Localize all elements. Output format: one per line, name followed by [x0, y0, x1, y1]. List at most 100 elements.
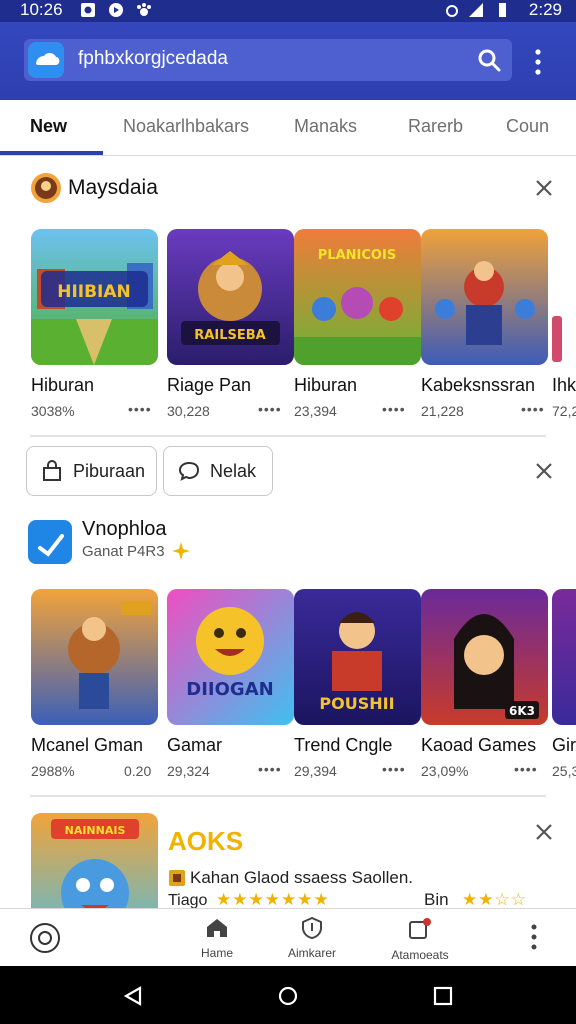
featured-description: Kahan Glaod ssaess Saollen.	[190, 868, 414, 887]
search-input[interactable]: fphbxkorgjcedada	[78, 48, 228, 70]
rating-stars-icon: ★★☆☆	[462, 890, 527, 909]
game-name[interactable]: Hiburan	[31, 375, 94, 396]
status-clock: 2:29	[528, 0, 562, 19]
bottom-navigation: Hame Aimkarer Atamoeats	[0, 908, 576, 966]
more-options-icon[interactable]	[526, 923, 542, 951]
shopping-bag-icon	[43, 460, 61, 481]
game-tile-1[interactable]: HIIBIAN	[31, 229, 158, 365]
home-button-icon[interactable]	[277, 985, 299, 1007]
section-title: Maysdaia	[68, 176, 158, 199]
game-stat: 23,09%	[421, 763, 469, 779]
shield-icon	[302, 916, 322, 940]
app-logo-icon	[28, 42, 64, 78]
tab-manaks[interactable]: Manaks	[294, 116, 357, 137]
tile-art-text: HIIBIAN	[57, 282, 131, 302]
recents-icon[interactable]	[432, 985, 454, 1007]
dots-icon: ••••	[258, 401, 282, 417]
section-badge-icon	[31, 173, 61, 203]
chip-label: Nelak	[210, 461, 257, 481]
alarm-icon	[446, 5, 458, 17]
app-header: fphbxkorgjcedada	[0, 22, 576, 100]
dots-icon: ••••	[258, 761, 282, 777]
nav-apps[interactable]: Atamoeats	[365, 917, 475, 962]
profile-icon[interactable]	[30, 923, 60, 953]
game-tile-2[interactable]: DIIOGAN	[167, 589, 294, 725]
category-tabs: New Noakarlhbakars Manaks Rarerb Coun	[0, 100, 576, 156]
system-navigation-bar	[0, 966, 576, 1024]
game-stat: 23,394	[294, 403, 337, 419]
dots-icon: ••••	[382, 401, 406, 417]
chip-nelak[interactable]: Nelak	[163, 446, 273, 496]
close-icon[interactable]	[534, 822, 554, 842]
tab-rarerb[interactable]: Rarerb	[408, 116, 463, 137]
nav-label: Atamoeats	[391, 948, 449, 962]
nav-games[interactable]: Aimkarer	[257, 916, 367, 960]
chat-bubble-icon	[178, 461, 200, 481]
tile-art-text: RAILSEBA	[194, 328, 265, 343]
home-icon	[207, 919, 227, 937]
close-icon[interactable]	[534, 461, 554, 481]
tab-new[interactable]: New	[30, 116, 67, 137]
nav-home[interactable]: Hame	[162, 917, 272, 960]
rating-stars-icon: ★★★★★★★	[216, 890, 330, 909]
game-name[interactable]: Mcanel Gman	[31, 735, 143, 756]
notification-icon	[81, 3, 95, 17]
app-icon[interactable]	[28, 520, 72, 564]
battery-icon	[499, 3, 506, 17]
tile-art-text: 6K3	[509, 704, 535, 718]
featured-label: Bin	[424, 890, 449, 909]
game-stat: 0.20	[124, 763, 152, 779]
dots-icon: ••••	[514, 761, 538, 777]
close-icon[interactable]	[534, 178, 554, 198]
game-stat: 29,394	[294, 763, 337, 779]
tab-noakarlhbakars[interactable]: Noakarlhbakars	[123, 116, 249, 137]
game-tile-5-peek[interactable]	[552, 589, 576, 725]
game-name[interactable]: Gir	[552, 735, 576, 756]
featured-title: AOKS	[168, 826, 244, 856]
game-stat: 3038%	[31, 403, 75, 419]
paw-icon	[137, 3, 151, 16]
sparkle-icon	[172, 542, 190, 560]
game-tile-5-peek[interactable]	[552, 316, 562, 362]
dots-icon: ••••	[128, 401, 152, 417]
app-name[interactable]: Vnophloa	[82, 518, 167, 541]
badge-icon	[169, 870, 185, 886]
tile-art-text: PLANICOIS	[318, 248, 396, 263]
active-tab-indicator	[0, 151, 103, 155]
game-tile-1[interactable]	[31, 589, 158, 725]
game-name[interactable]: Riage Pan	[167, 375, 251, 396]
more-options-icon[interactable]	[528, 48, 548, 76]
game-tile-2[interactable]: RAILSEBA	[167, 229, 294, 365]
game-name[interactable]: Kabeksnssran	[421, 375, 535, 396]
game-tile-4[interactable]: 6K3	[421, 589, 548, 725]
game-name[interactable]: Kaoad Games	[421, 735, 536, 756]
media-icon	[109, 3, 123, 17]
tab-coun[interactable]: Coun	[506, 116, 549, 137]
search-icon[interactable]	[476, 47, 502, 73]
nav-label: Aimkarer	[287, 946, 336, 960]
chip-piburaan[interactable]: Piburaan	[26, 446, 157, 496]
game-tile-4[interactable]	[421, 229, 548, 365]
status-time: 10:26	[20, 0, 63, 19]
tile-art-text: POUSHII	[319, 694, 394, 713]
game-name[interactable]: Hiburan	[294, 375, 357, 396]
game-stat: 21,228	[421, 403, 464, 419]
section-divider	[30, 435, 546, 437]
notification-badge-icon	[409, 918, 431, 939]
game-stat: 2988%	[31, 763, 75, 779]
section-divider	[30, 795, 546, 797]
tile-art-text: NAINNAIS	[65, 824, 126, 837]
status-bar: 10:26 2:29	[0, 0, 576, 22]
game-tile-3[interactable]: POUSHII	[294, 589, 421, 725]
game-name[interactable]: Ihk	[552, 375, 576, 396]
back-icon[interactable]	[122, 985, 144, 1007]
dots-icon: ••••	[521, 401, 545, 417]
signal-icon	[469, 3, 483, 17]
game-stat: 29,324	[167, 763, 210, 779]
game-name[interactable]: Trend Cngle	[294, 735, 392, 756]
app-subtitle: Ganat P4R3	[82, 543, 165, 560]
game-stat: 25,3	[552, 763, 576, 779]
search-bar[interactable]: fphbxkorgjcedada	[24, 39, 512, 81]
game-name[interactable]: Gamar	[167, 735, 222, 756]
game-tile-3[interactable]: PLANICOIS	[294, 229, 421, 365]
